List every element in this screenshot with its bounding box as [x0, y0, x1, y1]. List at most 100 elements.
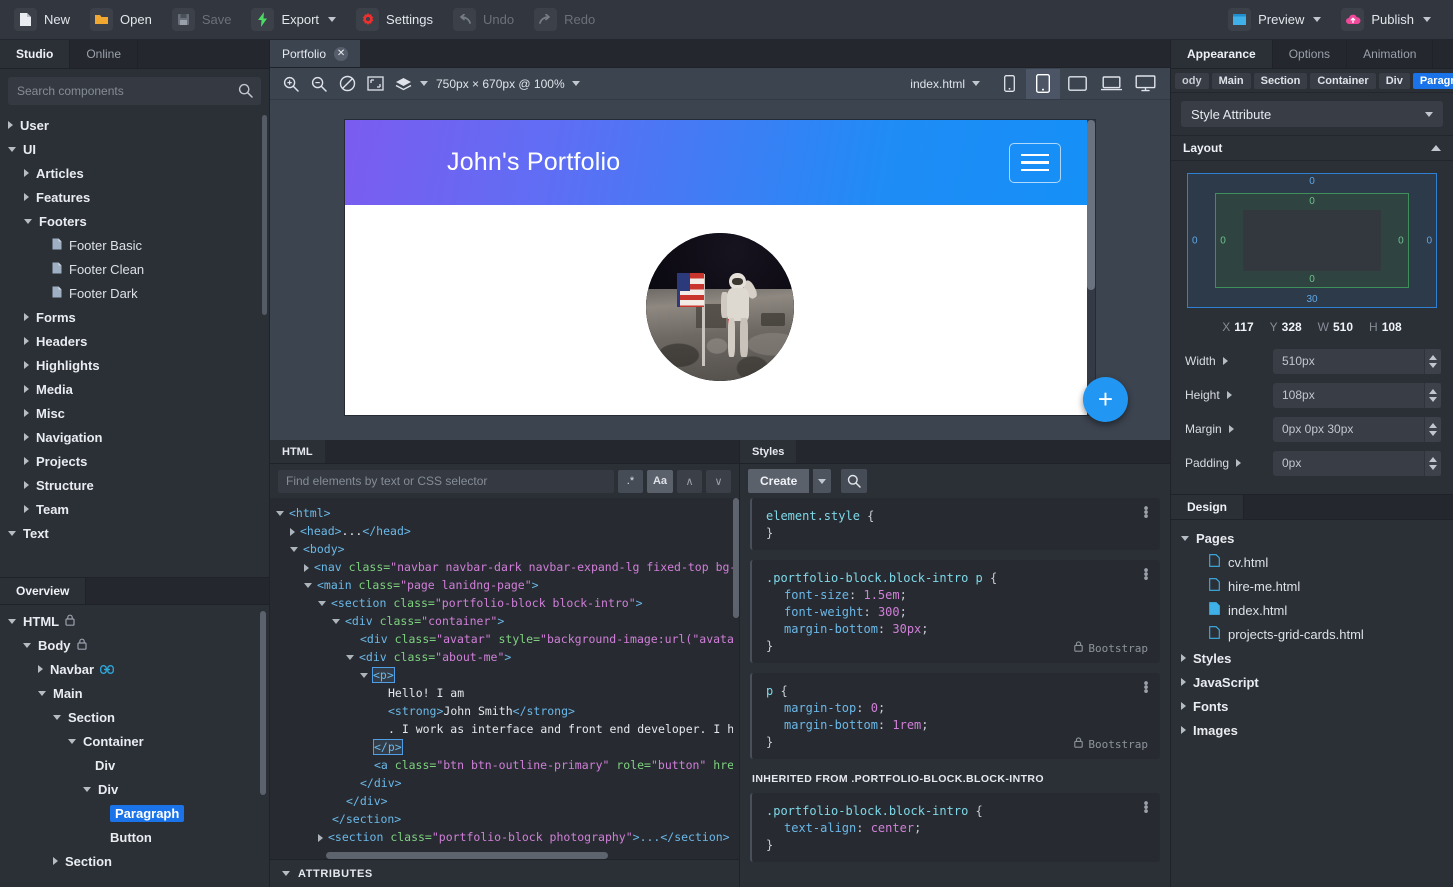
undo-button[interactable]: Undo	[447, 4, 524, 35]
stepper-width[interactable]	[1424, 348, 1441, 374]
stepper-padding[interactable]	[1424, 450, 1441, 476]
component-search-box[interactable]	[8, 77, 261, 105]
component-tree-item[interactable]: UI	[0, 137, 269, 161]
styles-search-button[interactable]	[841, 469, 868, 493]
component-tree-item[interactable]: Text	[0, 521, 269, 545]
component-tree-item[interactable]: Team	[0, 497, 269, 521]
html-code-line[interactable]: <div class="about-me">	[270, 648, 739, 666]
overview-tree-item[interactable]: Div	[0, 777, 269, 801]
css-rule-card[interactable]: • • • .portfolio-block.block-intro p {font-…	[750, 560, 1160, 663]
layers-icon[interactable]	[390, 72, 416, 96]
css-rule-card[interactable]: • • • .portfolio-block.block-intro {text-al…	[750, 793, 1160, 862]
design-tree-item[interactable]: hire-me.html	[1171, 574, 1453, 598]
html-code-hscrollbar[interactable]	[270, 852, 739, 859]
redo-button[interactable]: Redo	[528, 4, 605, 35]
overview-tree-item[interactable]: Paragraph	[0, 801, 269, 825]
css-value[interactable]: 300	[878, 605, 900, 619]
overview-tree-item[interactable]: Main	[0, 681, 269, 705]
property-input-margin[interactable]: 0px 0px 30px	[1273, 416, 1441, 442]
padding-bottom-value[interactable]: 0	[1309, 274, 1315, 285]
preview-button[interactable]: Preview	[1222, 4, 1331, 35]
component-tree-item[interactable]: Footers	[0, 209, 269, 233]
chevron-down-icon[interactable]	[328, 17, 337, 22]
chevron-right-icon[interactable]	[1236, 459, 1242, 467]
css-property[interactable]: margin-top	[784, 701, 856, 715]
chevron-right-icon[interactable]	[1228, 425, 1234, 433]
breadcrumb-item-div[interactable]: Div	[1378, 72, 1410, 89]
chevron-right-icon[interactable]	[290, 527, 295, 536]
device-phone-button[interactable]	[992, 69, 1026, 99]
chevron-down-icon[interactable]	[8, 146, 16, 152]
overview-scrollbar[interactable]	[260, 611, 266, 795]
open-button[interactable]: Open	[84, 4, 162, 35]
chevron-right-icon[interactable]	[1226, 391, 1232, 399]
design-tree-item[interactable]: projects-grid-cards.html	[1171, 622, 1453, 646]
tab-options[interactable]: Options	[1273, 40, 1348, 68]
zoom-out-icon[interactable]	[306, 72, 332, 96]
styles-rules-list[interactable]: • • • element.style {} • • • .portfolio-block.b…	[740, 498, 1170, 887]
new-button[interactable]: New	[8, 4, 80, 35]
component-tree-item[interactable]: Forms	[0, 305, 269, 329]
margin-bottom-value[interactable]: 30	[1306, 294, 1317, 305]
component-tree-item[interactable]: Footer Dark	[0, 281, 269, 305]
stepper-margin[interactable]	[1424, 416, 1441, 442]
chevron-right-icon[interactable]	[53, 857, 58, 865]
component-tree-item[interactable]: Footer Basic	[0, 233, 269, 257]
component-tree-item[interactable]: Navigation	[0, 425, 269, 449]
device-phone-large-button[interactable]	[1026, 68, 1060, 99]
chevron-right-icon[interactable]	[1181, 702, 1186, 710]
canvas-dimensions[interactable]: 750px × 670px @ 100%	[436, 77, 580, 91]
html-code-line[interactable]: <div class="container">	[270, 612, 739, 630]
export-button[interactable]: Export	[245, 4, 346, 35]
tab-overview[interactable]: Overview	[0, 578, 87, 604]
padding-top-value[interactable]: 0	[1309, 196, 1315, 207]
component-tree-item[interactable]: Features	[0, 185, 269, 209]
chevron-right-icon[interactable]	[318, 833, 323, 842]
tab-studio[interactable]: Studio	[0, 40, 71, 68]
chevron-down-icon[interactable]	[1313, 17, 1322, 22]
design-tree-item[interactable]: JavaScript	[1171, 670, 1453, 694]
html-code-tree[interactable]: <html> <head>...</head> <body> <nav class="…	[270, 498, 739, 859]
chevron-down-icon[interactable]	[290, 547, 298, 552]
chevron-down-icon[interactable]	[571, 81, 580, 86]
chevron-down-icon[interactable]	[360, 673, 368, 678]
chevron-right-icon[interactable]	[1181, 678, 1186, 686]
rule-menu-icon[interactable]: • • •	[1142, 798, 1150, 819]
file-selector[interactable]: index.html	[910, 77, 980, 91]
publish-button[interactable]: Publish	[1335, 4, 1441, 35]
tab-appearance[interactable]: Appearance	[1171, 40, 1273, 68]
save-button[interactable]: Save	[166, 4, 242, 35]
chevron-down-icon[interactable]	[332, 619, 340, 624]
chevron-down-icon[interactable]	[24, 218, 32, 224]
tab-online[interactable]: Online	[70, 40, 139, 68]
component-tree-item[interactable]: Misc	[0, 401, 269, 425]
stepper-height[interactable]	[1424, 382, 1441, 408]
html-code-line[interactable]: <strong>John Smith</strong>	[270, 702, 739, 720]
device-preview-frame[interactable]: John's Portfolio	[345, 120, 1095, 415]
html-code-line[interactable]: <html>	[270, 504, 739, 522]
chevron-right-icon[interactable]	[24, 313, 29, 321]
margin-right-value[interactable]: 0	[1426, 235, 1432, 246]
html-code-line[interactable]: </div>	[270, 774, 739, 792]
design-tree-item[interactable]: cv.html	[1171, 550, 1453, 574]
tab-animation[interactable]: Animation	[1347, 40, 1434, 68]
device-laptop-button[interactable]	[1094, 69, 1128, 99]
overview-tree-item[interactable]: Container	[0, 729, 269, 753]
regex-toggle[interactable]: .*	[617, 469, 643, 493]
chevron-right-icon[interactable]	[8, 121, 13, 129]
canvas-tab-portfolio[interactable]: Portfolio ✕	[270, 40, 361, 67]
chevron-down-icon[interactable]	[53, 714, 61, 720]
margin-box[interactable]: 0 30 0 0 0 0 0 0	[1187, 173, 1437, 308]
chevron-right-icon[interactable]	[24, 457, 29, 465]
css-property[interactable]: text-align	[784, 821, 856, 835]
html-code-line[interactable]: </div>	[270, 792, 739, 810]
chevron-down-icon[interactable]	[8, 530, 16, 536]
design-tree-item[interactable]: index.html	[1171, 598, 1453, 622]
breadcrumb-item-ody[interactable]: ody	[1175, 72, 1209, 89]
padding-right-value[interactable]: 0	[1398, 235, 1404, 246]
chevron-down-icon[interactable]	[23, 642, 31, 648]
chevron-right-icon[interactable]	[24, 193, 29, 201]
chevron-down-icon[interactable]	[304, 583, 312, 588]
padding-box[interactable]: 0 0 0 0	[1215, 192, 1409, 289]
attributes-section-header[interactable]: ATTRIBUTES	[270, 859, 739, 887]
